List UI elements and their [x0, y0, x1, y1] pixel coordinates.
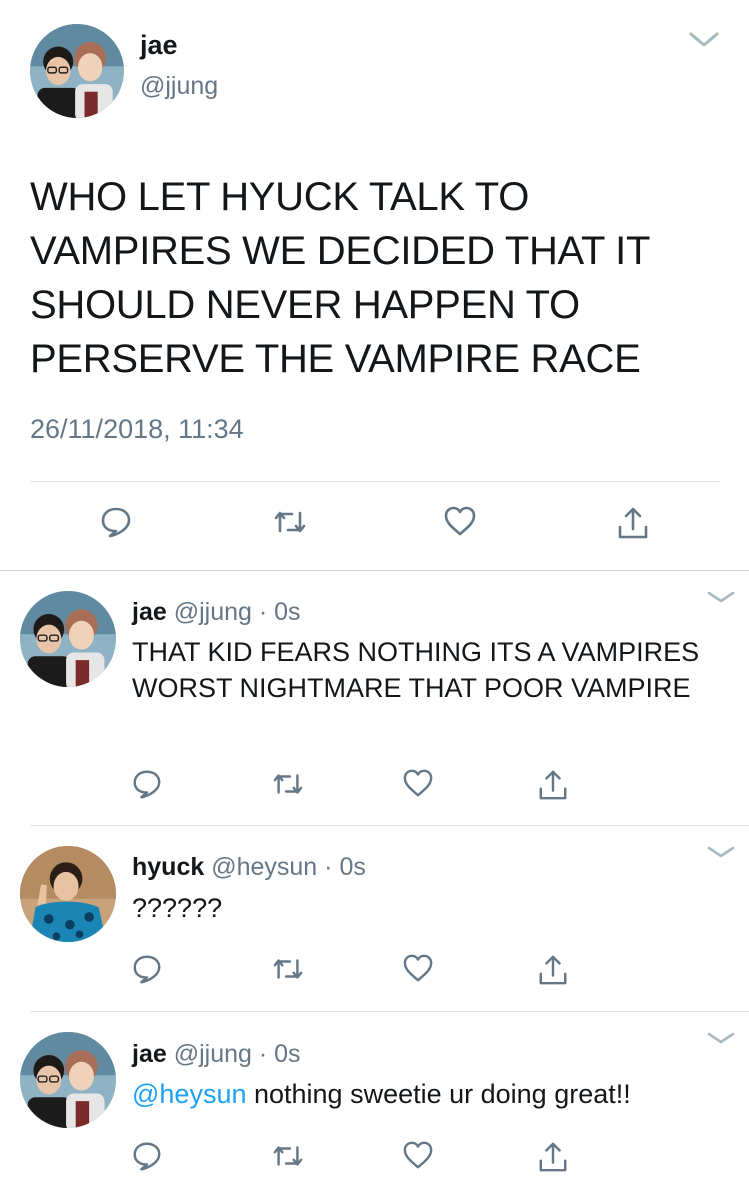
main-tweet-actions	[0, 505, 749, 545]
reply-handle[interactable]: @jjung	[174, 598, 252, 626]
mention-link[interactable]: @heysun	[132, 1079, 246, 1109]
share-icon[interactable]	[537, 953, 569, 987]
share-icon[interactable]	[537, 768, 569, 802]
retweet-icon[interactable]	[271, 768, 305, 800]
share-icon[interactable]	[616, 505, 650, 541]
avatar-photo-icon	[20, 1032, 116, 1128]
reply-text: ??????	[132, 893, 223, 923]
reply-text: @heysun nothing sweetie ur doing great!!	[132, 1076, 722, 1112]
reply-icon[interactable]	[131, 1140, 163, 1172]
main-tweet-handle[interactable]: @jjung	[140, 72, 218, 101]
reply-actions	[0, 953, 749, 989]
reply-age: 0s	[274, 598, 301, 626]
reply-icon[interactable]	[131, 953, 163, 985]
reply-display-name[interactable]: jae	[132, 598, 167, 626]
reply-actions	[0, 1140, 749, 1176]
share-icon[interactable]	[537, 1140, 569, 1174]
reply-body: nothing sweetie ur doing great!!	[246, 1079, 631, 1109]
avatar-photo-icon	[20, 591, 116, 687]
main-tweet-text: WHO LET HYUCK TALK TO VAMPIRES WE DECIDE…	[30, 175, 650, 381]
reply-handle[interactable]: @heysun	[211, 853, 317, 881]
reply-display-name[interactable]: jae	[132, 1040, 167, 1068]
reply-meta-separator: ·	[251, 1040, 275, 1068]
chevron-down-icon[interactable]	[706, 844, 736, 865]
reply-avatar[interactable]	[20, 591, 116, 687]
reply-tweet[interactable]: jae @jjung · 0s @heysun nothing sweetie …	[0, 1012, 749, 1200]
chevron-down-icon[interactable]	[706, 589, 736, 610]
chevron-down-icon[interactable]	[688, 30, 720, 50]
main-tweet-timestamp[interactable]: 26/11/2018, 11:34	[30, 414, 244, 445]
reply-actions	[0, 768, 749, 804]
reply-icon[interactable]	[131, 768, 163, 800]
like-icon[interactable]	[443, 505, 477, 537]
reply-meta-separator: ·	[251, 598, 275, 626]
like-icon[interactable]	[402, 1140, 434, 1170]
retweet-icon[interactable]	[272, 505, 308, 539]
avatar-photo-icon	[20, 846, 116, 942]
reply-icon[interactable]	[99, 505, 133, 539]
main-tweet-display-name[interactable]: jae	[140, 30, 178, 61]
divider	[30, 481, 720, 482]
avatar-photo-icon	[30, 24, 124, 118]
main-tweet-avatar[interactable]	[30, 24, 124, 118]
reply-header: jae @jjung · 0s	[132, 598, 301, 627]
reply-text: THAT KID FEARS NOTHING ITS A VAMPIRES WO…	[132, 637, 700, 703]
chevron-down-icon[interactable]	[706, 1030, 736, 1051]
reply-header: hyuck @heysun · 0s	[132, 853, 366, 882]
reply-meta-separator: ·	[317, 853, 340, 881]
reply-handle[interactable]: @jjung	[174, 1040, 252, 1068]
reply-avatar[interactable]	[20, 1032, 116, 1128]
reply-display-name[interactable]: hyuck	[132, 853, 204, 881]
retweet-icon[interactable]	[271, 1140, 305, 1172]
like-icon[interactable]	[402, 953, 434, 983]
reply-age: 0s	[339, 853, 366, 881]
main-tweet: jae @jjung WHO LET HYUCK TALK TO VAMPIRE…	[0, 0, 749, 570]
reply-tweet[interactable]: jae @jjung · 0s THAT KID FEARS NOTHING I…	[0, 571, 749, 825]
reply-age: 0s	[274, 1040, 301, 1068]
like-icon[interactable]	[402, 768, 434, 798]
reply-tweet[interactable]: hyuck @heysun · 0s ??????	[0, 826, 749, 1011]
reply-header: jae @jjung · 0s	[132, 1040, 301, 1069]
reply-avatar[interactable]	[20, 846, 116, 942]
retweet-icon[interactable]	[271, 953, 305, 985]
